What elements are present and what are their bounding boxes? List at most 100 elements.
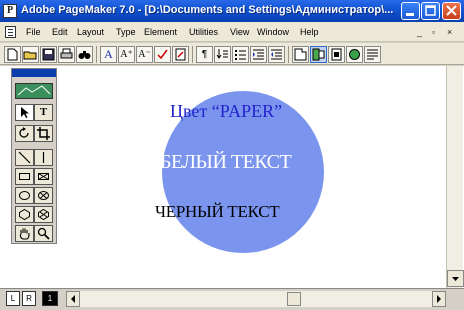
constrained-line-tool[interactable] bbox=[34, 149, 53, 166]
polygon-frame-icon bbox=[38, 208, 49, 221]
styles-button[interactable] bbox=[364, 46, 381, 63]
color-icon bbox=[349, 49, 360, 60]
bullets-icon bbox=[235, 50, 246, 60]
close-icon bbox=[446, 5, 457, 16]
rectangle-icon bbox=[19, 173, 30, 180]
menu-utilities[interactable]: Utilities bbox=[189, 27, 218, 37]
menu-type[interactable]: Type bbox=[116, 27, 136, 37]
left-master-page[interactable]: L bbox=[6, 291, 20, 306]
print-icon bbox=[60, 48, 73, 59]
binoculars-icon bbox=[78, 51, 91, 59]
outdent-icon bbox=[271, 49, 282, 60]
pagemaker-app-icon[interactable]: P bbox=[3, 4, 17, 18]
document-icon[interactable] bbox=[5, 26, 16, 38]
menu-layout[interactable]: Layout bbox=[77, 27, 104, 37]
horizontal-scrollbar[interactable] bbox=[66, 291, 446, 307]
line-tool[interactable] bbox=[15, 149, 34, 166]
white-text-label[interactable]: БЕЛЫЙ ТЕКСТ bbox=[160, 151, 292, 174]
menu-file[interactable]: File bbox=[26, 27, 41, 37]
polygon-icon bbox=[19, 208, 30, 221]
spell-check-button[interactable] bbox=[154, 46, 171, 63]
minimize-button[interactable] bbox=[401, 2, 420, 20]
open-icon bbox=[23, 51, 37, 60]
toolbar-separator bbox=[96, 46, 97, 63]
new-button[interactable] bbox=[4, 46, 21, 63]
doc-minimize-button[interactable]: _ bbox=[417, 27, 422, 37]
toolbar-separator bbox=[288, 46, 289, 63]
vertical-scrollbar[interactable] bbox=[446, 66, 464, 288]
maximize-icon bbox=[425, 5, 436, 16]
window-title: Adobe PageMaker 7.0 - [D:\Documents and … bbox=[21, 4, 394, 16]
ellipse-frame-tool[interactable] bbox=[34, 187, 53, 204]
text-tool[interactable]: T bbox=[34, 104, 53, 121]
toolbox-palette: T bbox=[11, 68, 57, 244]
scroll-down-button[interactable] bbox=[447, 270, 464, 287]
scroll-left-button[interactable] bbox=[66, 291, 80, 307]
magnifier-icon bbox=[37, 227, 50, 240]
right-master-page[interactable]: R bbox=[22, 291, 36, 306]
print-button[interactable] bbox=[58, 46, 75, 63]
scroll-right-button[interactable] bbox=[432, 291, 446, 307]
rotate-tool[interactable] bbox=[15, 125, 34, 142]
rectangle-frame-tool[interactable] bbox=[34, 168, 53, 185]
arrow-right-icon bbox=[437, 295, 441, 303]
maximize-button[interactable] bbox=[421, 2, 440, 20]
link-button[interactable] bbox=[310, 46, 327, 63]
edit-story-button[interactable] bbox=[172, 46, 189, 63]
rotate-icon bbox=[19, 127, 29, 138]
ellipse-tool[interactable] bbox=[15, 187, 34, 204]
align-button[interactable] bbox=[214, 46, 231, 63]
polygon-tool[interactable] bbox=[15, 206, 34, 223]
styles-icon bbox=[367, 49, 378, 60]
crop-tool[interactable] bbox=[34, 125, 53, 142]
crop-icon bbox=[37, 127, 50, 140]
menu-element[interactable]: Element bbox=[144, 27, 177, 37]
menu-edit[interactable]: Edit bbox=[52, 27, 68, 37]
vertical-line-icon bbox=[42, 152, 45, 163]
indent-icon bbox=[253, 49, 264, 60]
save-button[interactable] bbox=[40, 46, 57, 63]
menu-bar: File Edit Layout Type Element Utilities … bbox=[0, 22, 464, 42]
save-icon bbox=[42, 48, 55, 61]
pointer-tool[interactable] bbox=[15, 104, 34, 121]
standard-toolbar: A A⁺ A⁻ ¶ bbox=[0, 43, 464, 65]
status-bar: L R 1 bbox=[0, 288, 464, 310]
indent-button[interactable] bbox=[250, 46, 267, 63]
toolbox-title-bar[interactable] bbox=[12, 69, 56, 77]
outdent-button[interactable] bbox=[268, 46, 285, 63]
apply-button[interactable] bbox=[328, 46, 345, 63]
apply-icon bbox=[331, 48, 342, 61]
menu-window[interactable]: Window bbox=[257, 27, 289, 37]
find-button[interactable] bbox=[76, 46, 93, 63]
menu-help[interactable]: Help bbox=[300, 27, 319, 37]
font-button[interactable]: A bbox=[100, 46, 117, 63]
rectangle-frame-icon bbox=[38, 173, 49, 180]
open-button[interactable] bbox=[22, 46, 39, 63]
black-text-label[interactable]: ЧЕРНЫЙ ТЕКСТ bbox=[155, 202, 280, 222]
doc-restore-button[interactable]: ▫ bbox=[432, 27, 435, 37]
title-bar: P Adobe PageMaker 7.0 - [D:\Documents an… bbox=[0, 0, 464, 22]
ellipse-icon bbox=[19, 191, 30, 200]
horizontal-scroll-thumb[interactable] bbox=[287, 292, 301, 306]
minimize-icon bbox=[406, 13, 414, 16]
link-icon bbox=[312, 48, 325, 61]
page-1-icon[interactable]: 1 bbox=[42, 291, 58, 306]
font-bigger-button[interactable]: A⁺ bbox=[118, 46, 135, 63]
polygon-frame-tool[interactable] bbox=[34, 206, 53, 223]
bullets-button[interactable] bbox=[232, 46, 249, 63]
toolbar-separator bbox=[192, 46, 193, 63]
color-button[interactable] bbox=[346, 46, 363, 63]
font-smaller-button[interactable]: A⁻ bbox=[136, 46, 153, 63]
rectangle-tool[interactable] bbox=[15, 168, 34, 185]
hand-tool[interactable] bbox=[15, 225, 34, 242]
zoom-tool[interactable] bbox=[34, 225, 53, 242]
menu-view[interactable]: View bbox=[230, 27, 249, 37]
spell-check-icon bbox=[157, 49, 168, 60]
close-button[interactable] bbox=[442, 2, 461, 20]
frame-button[interactable] bbox=[292, 46, 309, 63]
paragraph-button[interactable]: ¶ bbox=[196, 46, 213, 63]
paper-color-heading[interactable]: Цвет “PAPER” bbox=[170, 101, 282, 122]
arrow-pointer-icon bbox=[21, 107, 29, 118]
arrow-down-icon bbox=[452, 277, 459, 281]
doc-close-button[interactable]: × bbox=[447, 27, 452, 37]
